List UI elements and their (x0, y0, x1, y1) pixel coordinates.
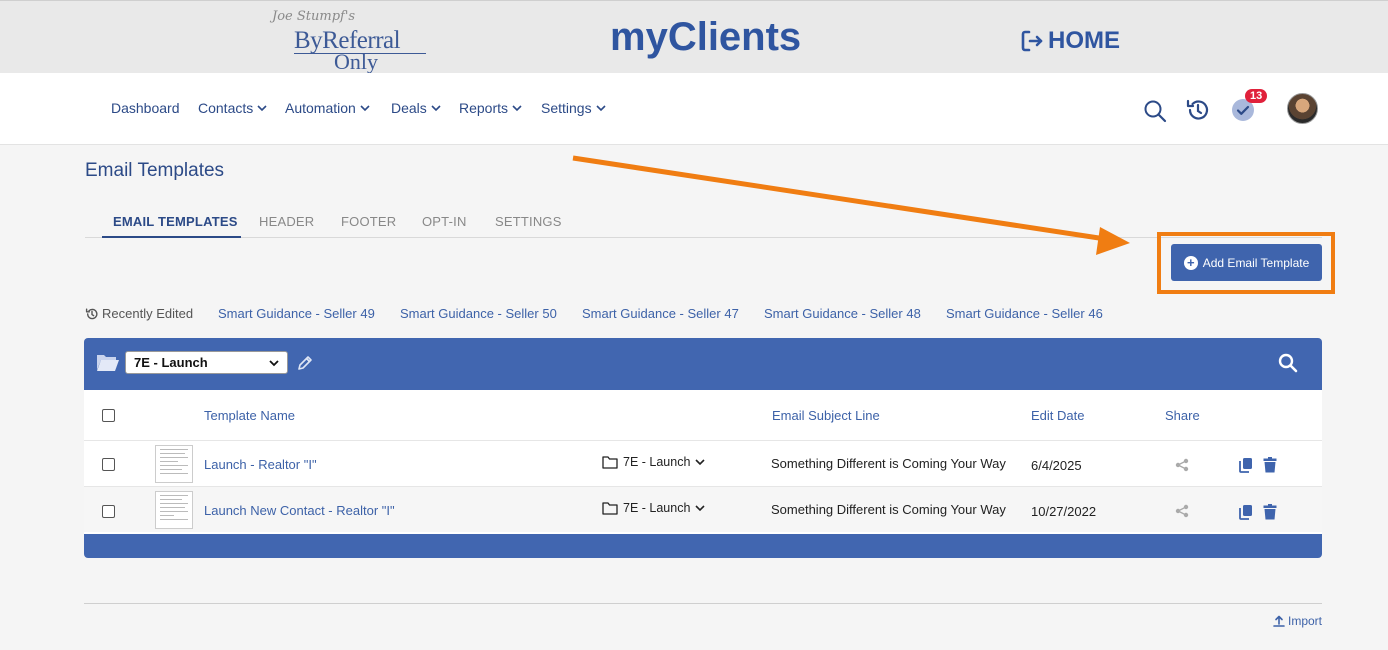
column-template-name[interactable]: Template Name (204, 408, 295, 423)
row-checkbox[interactable] (102, 505, 115, 518)
chevron-down-icon (695, 459, 705, 466)
chevron-down-icon (431, 105, 441, 112)
row-subject: Something Different is Coming Your Way (771, 456, 1006, 471)
tab-email-templates[interactable]: EMAIL TEMPLATES (113, 214, 238, 229)
by-referral-only-logo[interactable]: Joe Stumpf's ByReferral Only (268, 7, 430, 74)
sign-out-icon (1021, 30, 1043, 52)
recent-link-seller-47[interactable]: Smart Guidance - Seller 47 (582, 306, 739, 321)
share-icon[interactable] (1175, 458, 1189, 472)
nav-reports-label: Reports (459, 100, 509, 116)
nav-deals[interactable]: Deals (391, 100, 441, 116)
search-icon[interactable] (1143, 99, 1167, 123)
notification-badge: 13 (1245, 89, 1268, 103)
page-divider (84, 603, 1322, 604)
template-tabs: EMAIL TEMPLATES HEADER FOOTER OPT-IN SET… (85, 205, 1322, 238)
logo-signature: Joe Stumpf's (272, 9, 356, 24)
row-subject: Something Different is Coming Your Way (771, 502, 1006, 517)
column-email-subject[interactable]: Email Subject Line (772, 408, 880, 423)
template-name-link[interactable]: Launch - Realtor "I" (204, 457, 317, 472)
nav-dashboard[interactable]: Dashboard (111, 100, 180, 116)
recent-link-seller-50[interactable]: Smart Guidance - Seller 50 (400, 306, 557, 321)
template-thumbnail[interactable] (155, 445, 193, 483)
template-thumbnail[interactable] (155, 491, 193, 529)
recent-link-seller-48[interactable]: Smart Guidance - Seller 48 (764, 306, 921, 321)
tab-footer[interactable]: FOOTER (341, 214, 396, 229)
row-folder-label: 7E - Launch (623, 501, 691, 515)
share-icon[interactable] (1175, 504, 1189, 518)
select-all-checkbox[interactable] (102, 409, 115, 422)
column-edit-date[interactable]: Edit Date (1031, 408, 1084, 423)
recent-link-seller-46[interactable]: Smart Guidance - Seller 46 (946, 306, 1103, 321)
history-icon[interactable] (1185, 97, 1211, 123)
trash-icon[interactable] (1263, 504, 1277, 520)
nav-dashboard-label: Dashboard (111, 100, 180, 116)
chevron-down-icon (512, 105, 522, 112)
table-footer-bar (84, 534, 1322, 558)
add-email-template-label: Add Email Template (1202, 255, 1310, 270)
templates-table-panel: 7E - Launch Template Name Email Subject … (84, 338, 1322, 558)
chevron-down-icon (269, 359, 279, 366)
chevron-down-icon (596, 105, 606, 112)
nav-automation-label: Automation (285, 100, 356, 116)
row-folder-label: 7E - Launch (623, 455, 691, 469)
row-folder-dropdown[interactable]: 7E - Launch (602, 455, 705, 469)
home-label: HOME (1048, 27, 1120, 54)
table-row: Launch New Contact - Realtor "I" 7E - La… (84, 486, 1322, 532)
row-edit-date: 6/4/2025 (1031, 458, 1082, 473)
folder-icon (602, 455, 618, 469)
home-link[interactable]: HOME (1020, 27, 1120, 55)
nav-deals-label: Deals (391, 100, 427, 116)
plus-circle-icon: + (1183, 255, 1198, 270)
chevron-down-icon (360, 105, 370, 112)
row-checkbox[interactable] (102, 458, 115, 471)
tab-settings[interactable]: SETTINGS (495, 214, 562, 229)
nav-settings-label: Settings (541, 100, 592, 116)
copy-icon[interactable] (1239, 504, 1253, 520)
recently-edited-text: Recently Edited (102, 306, 194, 321)
nav-reports[interactable]: Reports (459, 100, 522, 116)
tab-header[interactable]: HEADER (259, 214, 314, 229)
upload-icon (1273, 615, 1285, 627)
pencil-icon[interactable] (297, 355, 313, 371)
recent-link-seller-49[interactable]: Smart Guidance - Seller 49 (218, 306, 375, 321)
import-link[interactable]: Import (1273, 614, 1322, 628)
avatar[interactable] (1287, 93, 1318, 124)
history-icon (85, 307, 98, 319)
nav-automation[interactable]: Automation (285, 100, 370, 116)
top-banner: Joe Stumpf's ByReferral Only myClients H… (0, 0, 1388, 74)
copy-icon[interactable] (1239, 457, 1253, 473)
folder-select-value: 7E - Launch (134, 355, 208, 370)
search-icon[interactable] (1278, 353, 1298, 373)
active-tab-underline (102, 236, 241, 238)
import-label: Import (1288, 614, 1323, 628)
row-folder-dropdown[interactable]: 7E - Launch (602, 501, 705, 515)
table-row: Launch - Realtor "I" 7E - Launch Somethi… (84, 440, 1322, 486)
template-name-link[interactable]: Launch New Contact - Realtor "I" (204, 503, 395, 518)
folder-select[interactable]: 7E - Launch (125, 351, 288, 374)
folder-open-icon (97, 355, 119, 371)
add-email-template-button[interactable]: + Add Email Template (1171, 244, 1322, 281)
chevron-down-icon (257, 105, 267, 112)
nav-contacts-label: Contacts (198, 100, 254, 116)
nav-contacts[interactable]: Contacts (198, 100, 267, 116)
table-toolbar: 7E - Launch (84, 338, 1322, 390)
app-title: myClients (610, 15, 802, 59)
logo-line-2: Only (334, 49, 378, 74)
row-edit-date: 10/27/2022 (1031, 504, 1097, 519)
trash-icon[interactable] (1263, 457, 1277, 473)
page-title: Email Templates (85, 160, 225, 181)
main-nav: Dashboard Contacts Automation Deals Repo… (0, 73, 1388, 145)
chevron-down-icon (695, 505, 705, 512)
tab-opt-in[interactable]: OPT-IN (422, 214, 467, 229)
recently-edited-label: Recently Edited (85, 306, 193, 321)
nav-settings[interactable]: Settings (541, 100, 606, 116)
folder-icon (602, 501, 618, 515)
column-share: Share (1165, 408, 1200, 423)
